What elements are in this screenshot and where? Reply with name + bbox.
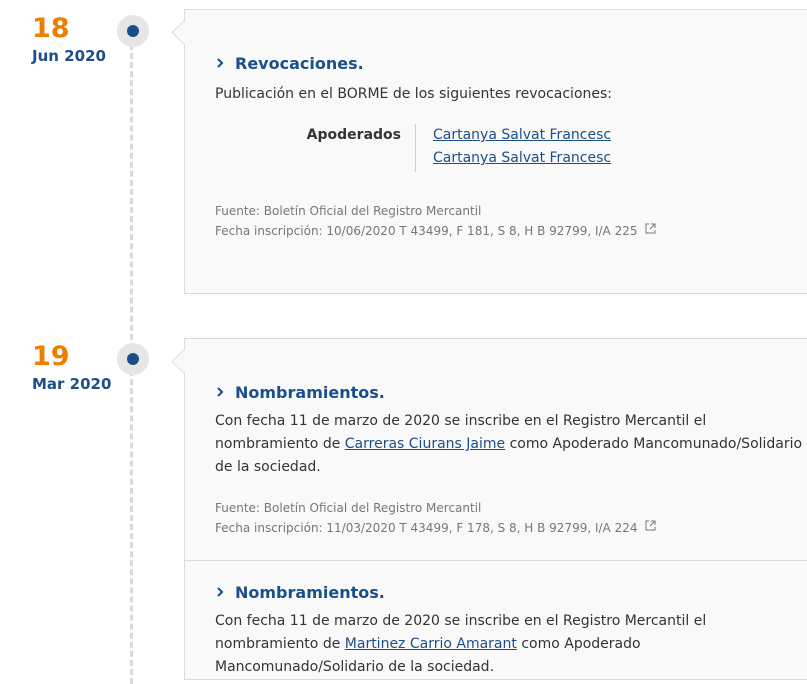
chevron-right-icon <box>215 54 235 73</box>
entry-title[interactable]: Revocaciones. <box>215 54 807 73</box>
person-link[interactable]: Carreras Ciurans Jaime <box>345 436 505 452</box>
entry-nombramientos: Nombramientos. Con fecha 11 de marzo de … <box>185 339 807 560</box>
event-day: 18 <box>32 13 70 44</box>
chevron-right-icon <box>215 583 235 602</box>
registration-line: Fecha inscripción: 10/06/2020 T 43499, F… <box>215 221 807 241</box>
registration-line: Fecha inscripción: 11/03/2020 T 43499, F… <box>215 518 807 538</box>
role-label: Apoderados <box>306 127 401 143</box>
person-link[interactable]: Cartanya Salvat Francesc <box>433 127 611 143</box>
event-date: 18 Jun 2020 <box>32 14 106 66</box>
event-card: Revocaciones. Publicación en el BORME de… <box>171 9 807 294</box>
event-card: Nombramientos. Con fecha 11 de marzo de … <box>171 338 807 680</box>
timeline-dot-icon <box>117 15 149 47</box>
chevron-right-icon <box>215 383 235 402</box>
external-link-icon[interactable] <box>645 518 656 537</box>
entry-title[interactable]: Nombramientos. <box>215 583 807 602</box>
timeline-dot-icon <box>117 343 149 375</box>
entry-title[interactable]: Nombramientos. <box>215 383 807 402</box>
entry-text: Con fecha 11 de marzo de 2020 se inscrib… <box>215 410 805 479</box>
entry-nombramientos: Nombramientos. Con fecha 11 de marzo de … <box>185 561 807 679</box>
event-day: 19 <box>32 341 70 372</box>
role-table: Apoderados Cartanya Salvat Francesc Cart… <box>215 124 807 172</box>
registration-text: Fecha inscripción: 11/03/2020 T 43499, F… <box>215 521 638 535</box>
entry-text: Con fecha 11 de marzo de 2020 se inscrib… <box>215 610 805 679</box>
registration-text: Fecha inscripción: 10/06/2020 T 43499, F… <box>215 224 638 238</box>
event-date: 19 Mar 2020 <box>32 342 111 394</box>
event-month: Mar 2020 <box>32 375 112 393</box>
person-link[interactable]: Martinez Carrio Amarant <box>345 636 517 652</box>
entry-title-label: Nombramientos. <box>235 583 385 602</box>
source-text: Fuente: Boletín Oficial del Registro Mer… <box>215 501 482 515</box>
entry-title-label: Revocaciones. <box>235 54 364 73</box>
source-text: Fuente: Boletín Oficial del Registro Mer… <box>215 204 482 218</box>
role-names: Cartanya Salvat Francesc Cartanya Salvat… <box>415 124 611 172</box>
entry-intro: Publicación en el BORME de los siguiente… <box>215 86 613 102</box>
entry-title-label: Nombramientos. <box>235 383 385 402</box>
person-link[interactable]: Cartanya Salvat Francesc <box>433 150 611 166</box>
event-month: Jun 2020 <box>32 47 106 65</box>
entry-revocaciones: Revocaciones. Publicación en el BORME de… <box>185 10 807 241</box>
external-link-icon[interactable] <box>645 221 656 240</box>
